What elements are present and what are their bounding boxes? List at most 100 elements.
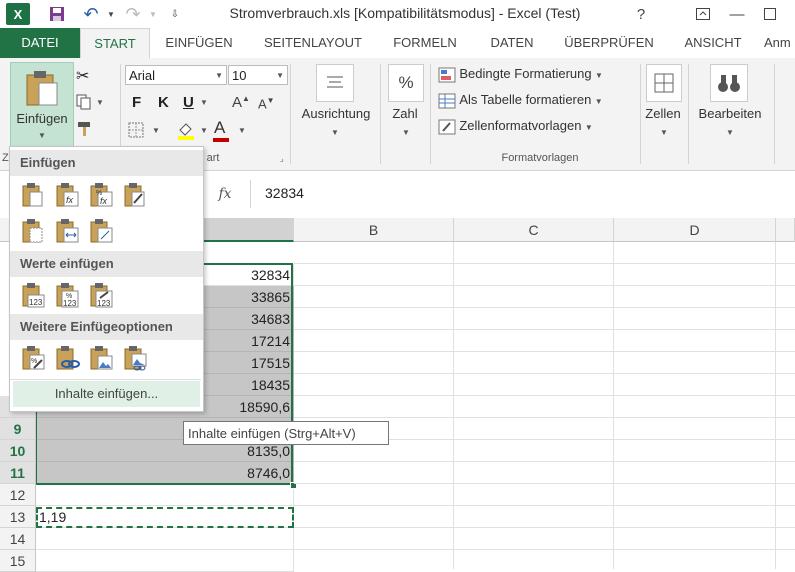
tab-file[interactable]: DATEI: [0, 28, 80, 58]
column-header-c[interactable]: C: [454, 218, 614, 242]
conditional-formatting-button[interactable]: Bedingte Formatierung ▼: [438, 66, 638, 86]
borders-dropdown-icon[interactable]: ▼: [152, 126, 160, 135]
decrease-font-icon[interactable]: A▼: [258, 96, 275, 111]
help-button[interactable]: ?: [630, 3, 652, 25]
styles-group-label: Formatvorlagen: [501, 152, 579, 164]
column-header-e[interactable]: [776, 218, 795, 242]
font-name-select[interactable]: Arial ▼: [125, 65, 227, 85]
cells-label[interactable]: Zellen: [640, 106, 686, 121]
cut-icon[interactable]: ✂: [76, 66, 96, 86]
alignment-icon[interactable]: [316, 64, 354, 102]
font-name-value: Arial: [129, 68, 156, 83]
paste-icon[interactable]: [20, 181, 46, 209]
save-icon[interactable]: [46, 3, 68, 25]
font-color-icon[interactable]: A: [213, 118, 229, 142]
minimize-button[interactable]: —: [726, 3, 748, 25]
paste-formulas-number-format-icon[interactable]: %fx: [88, 181, 114, 209]
tab-start[interactable]: START: [80, 28, 150, 59]
tab-view[interactable]: ANSICHT: [672, 28, 754, 58]
font-color-dropdown-icon[interactable]: ▼: [238, 126, 246, 135]
borders-icon[interactable]: [128, 122, 144, 141]
maximize-button[interactable]: [759, 3, 781, 25]
column-header-d[interactable]: D: [614, 218, 776, 242]
paste-dropdown-icon: ▼: [38, 131, 46, 140]
format-painter-icon[interactable]: [76, 120, 96, 140]
cell-a11[interactable]: 8746,0: [36, 462, 294, 484]
paste-values-source-format-icon[interactable]: 123: [88, 281, 114, 309]
paste-values-icon[interactable]: 123: [20, 281, 46, 309]
number-label[interactable]: Zahl: [384, 106, 426, 121]
percent-icon[interactable]: %: [388, 64, 424, 102]
paste-values-number-format-icon[interactable]: %123: [54, 281, 80, 309]
redo-icon[interactable]: ↷: [122, 3, 144, 25]
paste-formatting-icon[interactable]: %: [20, 344, 46, 372]
row-header-10[interactable]: 10: [0, 440, 36, 462]
tab-page-layout[interactable]: SEITENLAYOUT: [252, 28, 374, 58]
chevron-down-icon: ▼: [331, 128, 339, 137]
row-header-14[interactable]: 14: [0, 528, 36, 550]
chevron-down-icon: ▼: [594, 97, 603, 106]
paste-picture-icon[interactable]: [88, 344, 114, 372]
row-header-11[interactable]: 11: [0, 462, 36, 484]
tab-review[interactable]: ÜBERPRÜFEN: [556, 28, 662, 58]
empty-cells[interactable]: [294, 242, 795, 569]
cell-a12[interactable]: [36, 484, 294, 506]
cell-styles-button[interactable]: Zellenformatvorlagen ▼: [438, 118, 638, 138]
paste-button[interactable]: Einfügen ▼: [10, 62, 74, 152]
cells-icon[interactable]: [646, 64, 682, 102]
separator: [774, 64, 775, 164]
cell-a14[interactable]: [36, 528, 294, 550]
paste-keep-source-format-icon[interactable]: [122, 181, 148, 209]
row-header-12[interactable]: 12: [0, 484, 36, 506]
svg-text:123: 123: [63, 299, 77, 308]
copy-icon[interactable]: ▼: [76, 94, 106, 114]
svg-text:123: 123: [29, 298, 43, 307]
formula-input[interactable]: 32834: [250, 180, 795, 208]
tab-data[interactable]: DATEN: [478, 28, 546, 58]
as-table-label: Als Tabelle formatieren: [459, 92, 592, 107]
paste-keep-column-widths-icon[interactable]: [54, 217, 80, 245]
paste-formulas-icon[interactable]: fx: [54, 181, 80, 209]
chevron-down-icon: ▼: [276, 71, 284, 80]
bold-button[interactable]: F: [132, 94, 141, 111]
window-title: Stromverbrauch.xls [Kompatibilitätsmodus…: [229, 5, 581, 21]
paste-label: Einfügen: [16, 111, 68, 126]
increase-font-icon[interactable]: A▲: [232, 94, 250, 111]
redo-dropdown-icon[interactable]: ▼: [142, 3, 164, 25]
excel-icon[interactable]: X: [6, 3, 30, 25]
tab-insert[interactable]: EINFÜGEN: [156, 28, 242, 58]
svg-text:fx: fx: [100, 196, 108, 206]
cond-format-label: Bedingte Formatierung: [459, 66, 592, 81]
tab-more[interactable]: Anm: [764, 28, 795, 58]
alignment-label[interactable]: Ausrichtung: [294, 106, 378, 121]
paste-linked-picture-icon[interactable]: [122, 344, 148, 372]
tab-formulas[interactable]: FORMELN: [384, 28, 466, 58]
paste-transpose-icon[interactable]: [88, 217, 114, 245]
chevron-down-icon: ▼: [584, 123, 593, 132]
customize-toolbar-icon[interactable]: ⇩: [164, 3, 186, 25]
undo-dropdown-icon[interactable]: ▼: [100, 3, 122, 25]
underline-dropdown-icon[interactable]: ▼: [200, 98, 208, 107]
row-header-13[interactable]: 13: [0, 506, 36, 528]
format-as-table-button[interactable]: Als Tabelle formatieren ▼: [438, 92, 638, 112]
edit-label[interactable]: Bearbeiten: [690, 106, 770, 121]
paste-special-menu-item[interactable]: Inhalte einfügen...: [13, 381, 200, 407]
ribbon-display-icon[interactable]: [692, 3, 714, 25]
insert-function-button[interactable]: fx: [205, 182, 245, 206]
column-header-b[interactable]: B: [294, 218, 454, 242]
underline-button[interactable]: U: [183, 94, 194, 111]
font-size-select[interactable]: 10 ▼: [228, 65, 288, 85]
binoculars-icon[interactable]: [710, 64, 748, 102]
chevron-down-icon: ▼: [402, 128, 410, 137]
row-header-9[interactable]: 9: [0, 418, 36, 440]
paste-no-borders-icon[interactable]: [20, 217, 46, 245]
dialog-launcher-icon[interactable]: ⌟: [280, 154, 284, 163]
separator: [380, 64, 381, 164]
fill-color-icon[interactable]: [176, 120, 196, 143]
undo-icon[interactable]: ↶: [80, 3, 102, 25]
paste-options-menu: Einfügen fx % fx Werte einfügen 123 % 123 …: [9, 146, 204, 412]
fill-color-dropdown-icon[interactable]: ▼: [200, 126, 208, 135]
italic-button[interactable]: K: [158, 94, 169, 111]
svg-text:%: %: [31, 358, 37, 365]
paste-link-icon[interactable]: [54, 344, 80, 372]
